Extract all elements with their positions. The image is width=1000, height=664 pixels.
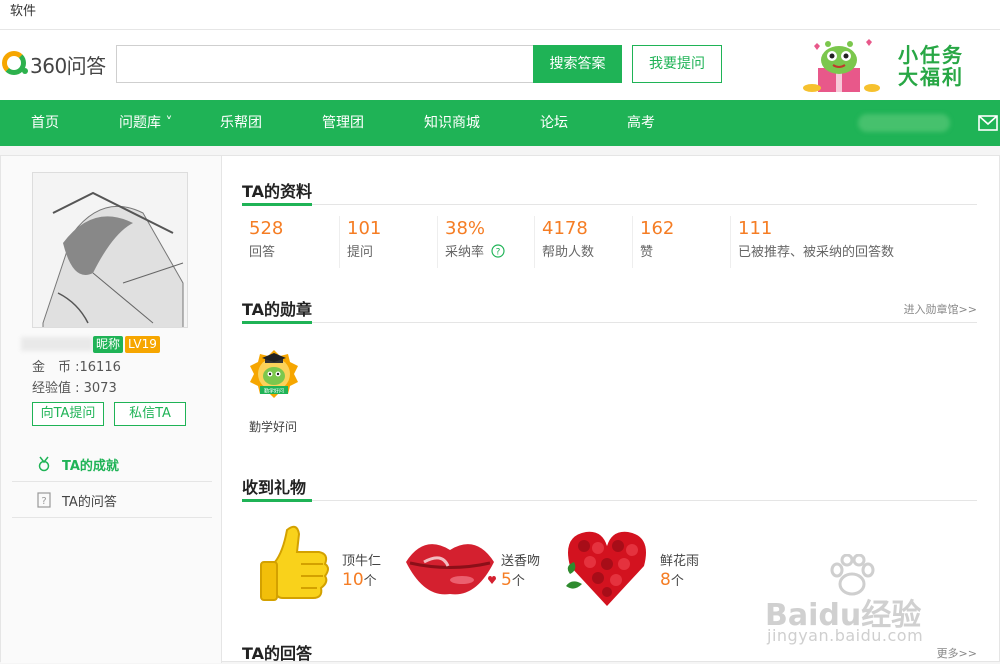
medal-hall-link[interactable]: 进入勋章馆>> bbox=[904, 301, 977, 317]
nickname-badge: 昵称 bbox=[93, 336, 124, 353]
rose-heart-icon[interactable] bbox=[562, 526, 652, 608]
watermark-url: jingyan.baidu.com bbox=[767, 626, 924, 645]
sidebar-item-label: TA的成就 bbox=[62, 459, 119, 474]
nickname-blurred bbox=[21, 337, 93, 351]
mail-icon[interactable] bbox=[978, 115, 998, 131]
profile-sidebar: 昵称 LV19 金 币 :16116 经验值 : 3073 向TA提问 私信TA… bbox=[1, 156, 222, 663]
nav-item-admin-group[interactable]: 管理团 bbox=[322, 100, 364, 146]
window-title: 软件 bbox=[10, 4, 37, 19]
sidebar-item-qa[interactable]: ? TA的问答 bbox=[12, 482, 212, 518]
nav-item-gaokao[interactable]: 高考 bbox=[627, 100, 655, 146]
site-header: 360问答 搜索答案 我要提问 小任务 大福利 bbox=[0, 30, 1000, 100]
diligent-medal-icon[interactable]: 勤学好问 bbox=[246, 348, 302, 404]
logo-text: 360问答 bbox=[30, 54, 106, 78]
svg-text:?: ? bbox=[41, 496, 46, 507]
gift-count: 10个 bbox=[342, 570, 377, 590]
svg-text:?: ? bbox=[496, 248, 501, 258]
level-badge: LV19 bbox=[125, 336, 160, 353]
section-underline bbox=[242, 203, 312, 206]
window-title-bar: 软件 bbox=[0, 0, 1000, 30]
stat-likes: 162 赞 bbox=[632, 216, 674, 268]
mascot-gift-icon bbox=[803, 39, 880, 92]
section-title-info: TA的资料 bbox=[242, 182, 313, 201]
avatar bbox=[32, 172, 188, 328]
stat-helped-people: 4178 帮助人数 bbox=[534, 216, 594, 268]
section-underline bbox=[242, 499, 312, 502]
gift-name: 送香吻 bbox=[501, 554, 541, 569]
user-name-blurred[interactable] bbox=[858, 114, 950, 132]
medal-label: 勤学好问 bbox=[249, 420, 298, 434]
promo-text: 小任务 大福利 bbox=[898, 43, 964, 89]
gift-name: 顶牛仁 bbox=[342, 554, 382, 569]
section-divider bbox=[242, 204, 977, 205]
stat-questions: 101 提问 bbox=[339, 216, 381, 268]
gift-name: 鲜花雨 bbox=[660, 554, 700, 569]
section-title-medals: TA的勋章 bbox=[242, 300, 313, 319]
promo-banner[interactable]: 小任务 大福利 bbox=[800, 34, 990, 96]
small-heart-icon bbox=[488, 576, 496, 584]
nav-item-knowledge-mall[interactable]: 知识商城 bbox=[424, 100, 480, 146]
search-input[interactable] bbox=[116, 45, 533, 83]
section-divider bbox=[242, 322, 977, 323]
thumbs-up-icon[interactable] bbox=[257, 522, 337, 608]
coins-stat: 金 币 :16116 bbox=[32, 360, 121, 375]
message-ta-button[interactable]: 私信TA bbox=[114, 402, 186, 426]
site-logo[interactable]: 360问答 bbox=[0, 30, 110, 100]
sidebar-item-achievements[interactable]: TA的成就 bbox=[12, 446, 212, 482]
ask-question-button[interactable]: 我要提问 bbox=[632, 45, 722, 83]
logo-dot-icon bbox=[22, 68, 28, 74]
nav-item-question-library[interactable]: 问题库 ˅ bbox=[119, 100, 172, 146]
ask-ta-button[interactable]: 向TA提问 bbox=[32, 402, 104, 426]
question-doc-icon: ? bbox=[37, 492, 51, 508]
section-title-gifts: 收到礼物 bbox=[242, 478, 307, 497]
section-divider bbox=[242, 500, 977, 501]
stat-recommended: 111 已被推荐、被采纳的回答数 bbox=[730, 216, 894, 268]
nav-item-help-group[interactable]: 乐帮团 bbox=[220, 100, 262, 146]
medal-icon bbox=[38, 456, 50, 472]
nav-item-home[interactable]: 首页 bbox=[31, 100, 59, 146]
main-nav: 首页 问题库 ˅ 乐帮团 管理团 知识商城 论坛 高考 bbox=[0, 100, 1000, 146]
stat-adoption-rate: 38% 采纳率 ? bbox=[437, 216, 505, 268]
section-underline bbox=[242, 321, 312, 324]
avatar-sketch-icon bbox=[33, 173, 187, 327]
exp-stat: 经验值 : 3073 bbox=[32, 381, 117, 396]
nav-item-forum[interactable]: 论坛 bbox=[540, 100, 568, 146]
stat-answers: 528 回答 bbox=[249, 218, 284, 260]
section-title-answers: TA的回答 bbox=[242, 644, 313, 663]
sidebar-item-label: TA的问答 bbox=[62, 495, 117, 510]
svg-text:勤学好问: 勤学好问 bbox=[264, 388, 284, 395]
gift-count: 8个 bbox=[660, 570, 684, 590]
gift-count: 5个 bbox=[501, 570, 525, 590]
kiss-lips-icon[interactable] bbox=[402, 532, 498, 602]
search-button[interactable]: 搜索答案 bbox=[533, 45, 622, 83]
help-icon[interactable]: ? bbox=[491, 244, 505, 258]
baidu-watermark: Baidu经验 jingyan.baidu.com bbox=[765, 554, 995, 660]
